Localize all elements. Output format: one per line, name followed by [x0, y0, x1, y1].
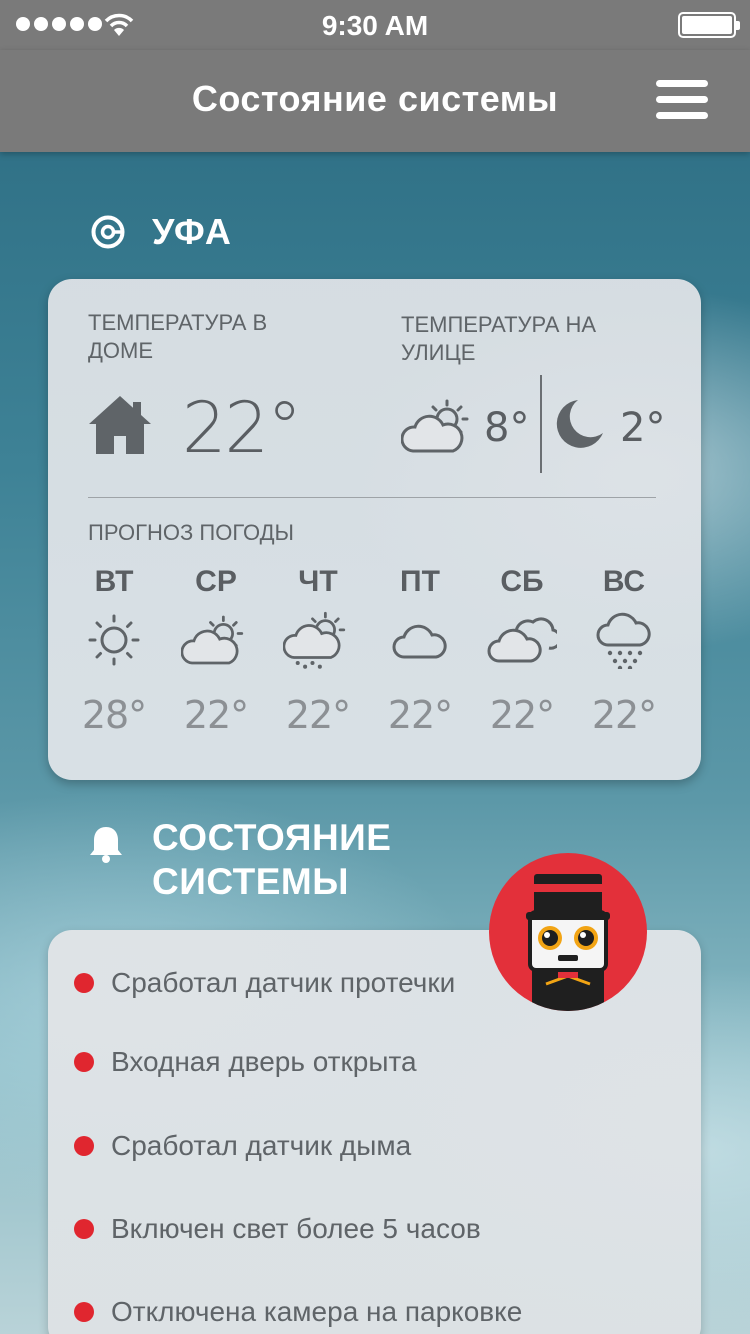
- outdoor-night-temperature: 2°: [620, 405, 666, 451]
- alert-item[interactable]: Сработал датчик дыма: [74, 1126, 411, 1166]
- alert-text: Сработал датчик протечки: [111, 967, 456, 998]
- alert-text: Сработал датчик дыма: [111, 1130, 412, 1161]
- forecast-day: ПТ 22°: [370, 565, 470, 737]
- forecast-day: ВТ 28°: [64, 565, 164, 737]
- sun-icon: [88, 614, 140, 666]
- status-bar: 9:30 AM: [0, 0, 750, 50]
- hamburger-icon-line: [656, 96, 708, 103]
- forecast-day-temperature: 22°: [387, 693, 453, 737]
- city-selector[interactable]: УФА: [90, 210, 232, 254]
- partly-cloudy-icon: [401, 399, 469, 453]
- divider: [540, 375, 542, 473]
- alert-status-dot: [74, 1302, 94, 1322]
- forecast-day-name: ПТ: [400, 565, 440, 598]
- alert-item[interactable]: Входная дверь открыта: [74, 1042, 417, 1082]
- alert-status-dot: [74, 1219, 94, 1239]
- divider: [88, 497, 656, 498]
- clouds-icon: [487, 617, 557, 663]
- forecast-row: ВТ 28° СР 22° ЧТ 22° ПТ 22° СБ 22° ВС 22…: [64, 565, 684, 737]
- outdoor-day-temperature: 8°: [484, 405, 530, 451]
- forecast-day-name: СР: [195, 565, 237, 598]
- system-status-title: СОСТОЯНИЕ СИСТЕМЫ: [152, 817, 392, 902]
- forecast-day-name: СБ: [500, 565, 544, 598]
- alert-text: Включен свет более 5 часов: [111, 1213, 481, 1244]
- moon-icon: [556, 400, 603, 448]
- hamburger-icon-line: [656, 80, 708, 87]
- status-time: 9:30 AM: [321, 10, 429, 41]
- battery-icon: [678, 12, 740, 38]
- alert-text: Входная дверь открыта: [111, 1046, 417, 1077]
- bell-icon: [90, 827, 122, 863]
- alert-item[interactable]: Отключена камера на парковке: [74, 1292, 522, 1332]
- cloud-icon: [392, 624, 447, 659]
- forecast-day-temperature: 22°: [285, 693, 351, 737]
- forecast-label: ПРОГНОЗ ПОГОДЫ: [88, 520, 295, 545]
- outdoor-temperature-label: ТЕМПЕРАТУРА НА УЛИЦЕ: [401, 312, 597, 365]
- weather-card: ТЕМПЕРАТУРА В ДОМЕ ТЕМПЕРАТУРА НА УЛИЦЕ …: [48, 279, 701, 780]
- forecast-day-temperature: 22°: [591, 693, 657, 737]
- forecast-day-temperature: 22°: [183, 693, 249, 737]
- alert-item[interactable]: Сработал датчик протечки: [74, 963, 455, 1003]
- indoor-temperature-label: ТЕМПЕРАТУРА В ДОМЕ: [88, 310, 268, 363]
- mascot-robot-avatar[interactable]: [488, 852, 648, 1012]
- alert-status-dot: [74, 973, 94, 993]
- alert-item[interactable]: Включен свет более 5 часов: [74, 1209, 481, 1249]
- rain-cloud-icon: [596, 612, 651, 669]
- forecast-day-name: ВС: [602, 565, 646, 598]
- partly-cloudy-icon: [181, 615, 244, 665]
- navigation-bar: Состояние системы: [0, 50, 750, 152]
- alert-text: Отключена камера на парковке: [111, 1296, 523, 1327]
- forecast-day-name: ЧТ: [298, 565, 338, 598]
- partly-cloudy-rain-icon: [283, 611, 346, 669]
- city-name: УФА: [152, 211, 232, 252]
- forecast-day-temperature: 28°: [81, 693, 147, 737]
- forecast-day: СБ 22°: [472, 565, 572, 737]
- forecast-day: СР 22°: [166, 565, 266, 737]
- forecast-day-name: ВТ: [94, 565, 134, 598]
- forecast-day: ЧТ 22°: [268, 565, 368, 737]
- forecast-day-temperature: 22°: [489, 693, 555, 737]
- alert-status-dot: [74, 1136, 94, 1156]
- indoor-temperature: 22°: [182, 387, 302, 469]
- house-icon: [89, 396, 151, 454]
- page-title: Состояние системы: [191, 78, 559, 119]
- alert-status-dot: [74, 1052, 94, 1072]
- hamburger-icon-line: [656, 112, 708, 119]
- menu-button[interactable]: [652, 80, 712, 120]
- location-icon: [91, 215, 125, 249]
- forecast-day: ВС 22°: [574, 565, 674, 737]
